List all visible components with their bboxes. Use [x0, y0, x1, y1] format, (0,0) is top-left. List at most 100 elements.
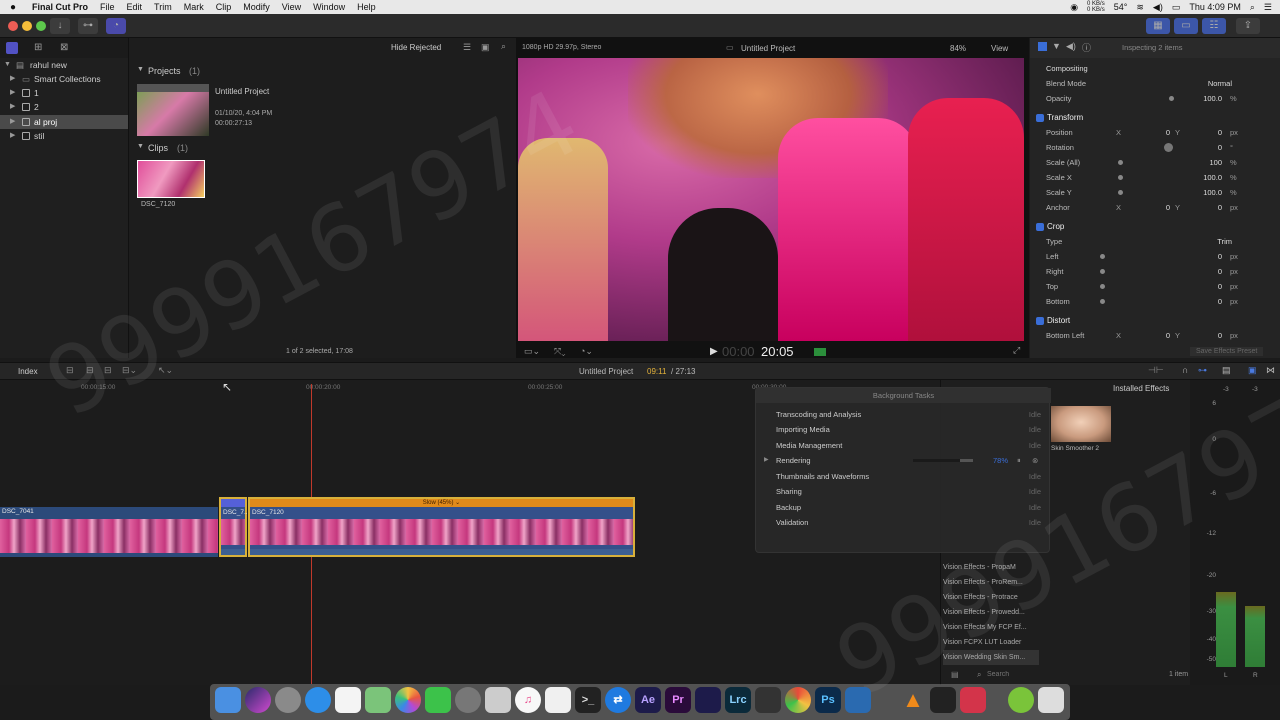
- audio-skimming-icon[interactable]: ⊣⊢: [1148, 365, 1164, 376]
- transitions-browser-icon[interactable]: ⋈: [1266, 365, 1275, 376]
- clip-appearance-icon[interactable]: ▤: [1222, 365, 1231, 376]
- record-icon[interactable]: ◉: [1070, 2, 1078, 13]
- scale-x-value[interactable]: 100.0: [1203, 170, 1222, 185]
- calendar-icon[interactable]: [335, 687, 361, 713]
- overwrite-clip-icon[interactable]: ⊟⌄: [122, 365, 137, 376]
- crop-section[interactable]: Crop: [1030, 219, 1280, 235]
- video-inspector-icon[interactable]: [1038, 42, 1047, 51]
- anchor-x-value[interactable]: 0: [1142, 200, 1170, 215]
- keywords-icon[interactable]: ⊶: [78, 18, 98, 34]
- sidebar-item-smart-collections[interactable]: ▶ ▭ Smart Collections: [0, 72, 128, 86]
- disclosure-icon[interactable]: ▶: [10, 100, 15, 114]
- background-tasks-icon[interactable]: ◔: [106, 18, 126, 34]
- effect-name[interactable]: Skin Smoother 2: [1051, 445, 1099, 452]
- transform-checkbox[interactable]: [1036, 114, 1044, 122]
- list-item[interactable]: Vision Effects - Protrace: [943, 590, 1039, 605]
- crop-type-select[interactable]: Trim: [1217, 234, 1232, 249]
- bottom-left-x-value[interactable]: 0: [1142, 328, 1170, 343]
- battery-icon[interactable]: ▭: [1172, 2, 1181, 13]
- textedit-icon[interactable]: [545, 687, 571, 713]
- select-tool-icon[interactable]: ↖⌄: [158, 365, 173, 376]
- append-clip-icon[interactable]: ⊟: [104, 365, 112, 376]
- color-inspector-icon[interactable]: ▼: [1052, 41, 1061, 51]
- teamviewer-icon[interactable]: ⇄: [605, 687, 631, 713]
- zoom-level[interactable]: 84%: [950, 44, 966, 53]
- position-y-value[interactable]: 0: [1218, 125, 1222, 140]
- crop-bottom-value[interactable]: 0: [1218, 294, 1222, 309]
- list-item[interactable]: Vision Wedding Skin Sm...: [943, 650, 1039, 665]
- photo-booth-icon[interactable]: [845, 687, 871, 713]
- libraries-icon[interactable]: [6, 42, 18, 54]
- premiere-icon[interactable]: Pr: [665, 687, 691, 713]
- disclosure-icon[interactable]: ▶: [10, 86, 15, 100]
- final-cut-pro-icon[interactable]: [930, 687, 956, 713]
- import-icon[interactable]: ↓: [50, 18, 70, 34]
- disclosure-icon[interactable]: ▼: [4, 58, 11, 72]
- timecode-display[interactable]: 20:05: [761, 344, 794, 359]
- crop-bottom-row[interactable]: Bottom 0 px: [1030, 294, 1280, 309]
- disclosure-icon[interactable]: ▶: [10, 72, 15, 86]
- connect-clip-icon[interactable]: ⊟: [66, 365, 74, 376]
- project-thumbnail[interactable]: [137, 84, 209, 136]
- list-item[interactable]: Vision Effects - ProRem...: [943, 575, 1039, 590]
- opacity-slider[interactable]: [1169, 96, 1174, 101]
- rotation-row[interactable]: Rotation 0 °: [1030, 140, 1280, 155]
- blend-mode-select[interactable]: Normal: [1208, 76, 1232, 91]
- list-item[interactable]: Vision Effects - Prowedd...: [943, 605, 1039, 620]
- share-icon[interactable]: ⇪: [1236, 18, 1260, 34]
- menu-edit[interactable]: Edit: [121, 2, 149, 12]
- sidebar-item-event-2[interactable]: ▶ 2: [0, 100, 128, 114]
- menu-window[interactable]: Window: [307, 2, 351, 12]
- menu-view[interactable]: View: [276, 2, 307, 12]
- timeline-clip-selected[interactable]: Slow (45%) ⌄ DSC_7120: [248, 497, 635, 557]
- scale-all-row[interactable]: Scale (All) 100 %: [1030, 155, 1280, 170]
- distort-checkbox[interactable]: [1036, 317, 1044, 325]
- safari-icon[interactable]: [305, 687, 331, 713]
- minimize-window-button[interactable]: [22, 21, 32, 31]
- anchor-row[interactable]: Anchor X 0 Y 0 px: [1030, 200, 1280, 215]
- snapping-icon[interactable]: ⊶: [1198, 365, 1207, 376]
- effect-thumbnail[interactable]: [1051, 406, 1111, 442]
- disclosure-icon[interactable]: ▶: [10, 115, 15, 129]
- list-item[interactable]: Vision FCPX LUT Loader: [943, 635, 1039, 650]
- clock[interactable]: Thu 4:09 PM: [1189, 2, 1241, 12]
- project-name[interactable]: Untitled Project: [215, 87, 269, 96]
- anchor-y-value[interactable]: 0: [1218, 200, 1222, 215]
- insert-clip-icon[interactable]: ⊟: [86, 365, 94, 376]
- search-icon[interactable]: ⌕: [501, 41, 506, 52]
- timeline-clip[interactable]: DSC_7041: [0, 507, 218, 557]
- distort-section[interactable]: Distort: [1030, 313, 1280, 329]
- opacity-row[interactable]: Opacity 100.0 %: [1030, 91, 1280, 106]
- show-browser-icon[interactable]: ▦: [1146, 18, 1170, 34]
- scale-x-row[interactable]: Scale X 100.0 %: [1030, 170, 1280, 185]
- crop-left-row[interactable]: Left 0 px: [1030, 249, 1280, 264]
- blend-mode-row[interactable]: Blend Mode Normal: [1030, 76, 1280, 91]
- task-row-rendering[interactable]: ▶ Rendering 78% ⏸ ⊗: [756, 453, 1051, 468]
- sidebar-toggle-icon[interactable]: ▤: [951, 670, 959, 679]
- show-inspector-icon[interactable]: ☷: [1202, 18, 1226, 34]
- view-menu[interactable]: View: [991, 44, 1008, 53]
- finder-icon[interactable]: [215, 687, 241, 713]
- audio-inspector-icon[interactable]: ◀): [1066, 41, 1076, 52]
- crop-left-slider[interactable]: [1100, 254, 1105, 259]
- effects-browser-icon[interactable]: ▣: [1248, 365, 1257, 376]
- sidebar-item-event-1[interactable]: ▶ 1: [0, 86, 128, 100]
- siri-icon[interactable]: [245, 687, 271, 713]
- headphones-icon[interactable]: ∩: [1182, 365, 1188, 375]
- photos-icon[interactable]: [395, 687, 421, 713]
- wifi-icon[interactable]: ≋: [1136, 2, 1144, 13]
- list-item[interactable]: Vision Effects - PropaM: [943, 560, 1039, 575]
- system-preferences-icon[interactable]: [455, 687, 481, 713]
- transform-tools-icon[interactable]: ⤧⌄: [554, 346, 565, 357]
- clip-name[interactable]: DSC_7120: [141, 201, 175, 208]
- scale-y-row[interactable]: Scale Y 100.0 %: [1030, 185, 1280, 200]
- chrome-icon[interactable]: [785, 687, 811, 713]
- app-menu[interactable]: Final Cut Pro: [26, 2, 94, 12]
- photoshop-icon[interactable]: Ps: [815, 687, 841, 713]
- scale-x-slider[interactable]: [1118, 175, 1123, 180]
- maps-icon[interactable]: [365, 687, 391, 713]
- play-button[interactable]: ▶: [710, 346, 718, 357]
- enhancements-icon[interactable]: ◔⌄: [580, 346, 593, 357]
- terminal-icon[interactable]: >_: [575, 687, 601, 713]
- timeline-clip-selected[interactable]: DSC_7...: [219, 497, 249, 557]
